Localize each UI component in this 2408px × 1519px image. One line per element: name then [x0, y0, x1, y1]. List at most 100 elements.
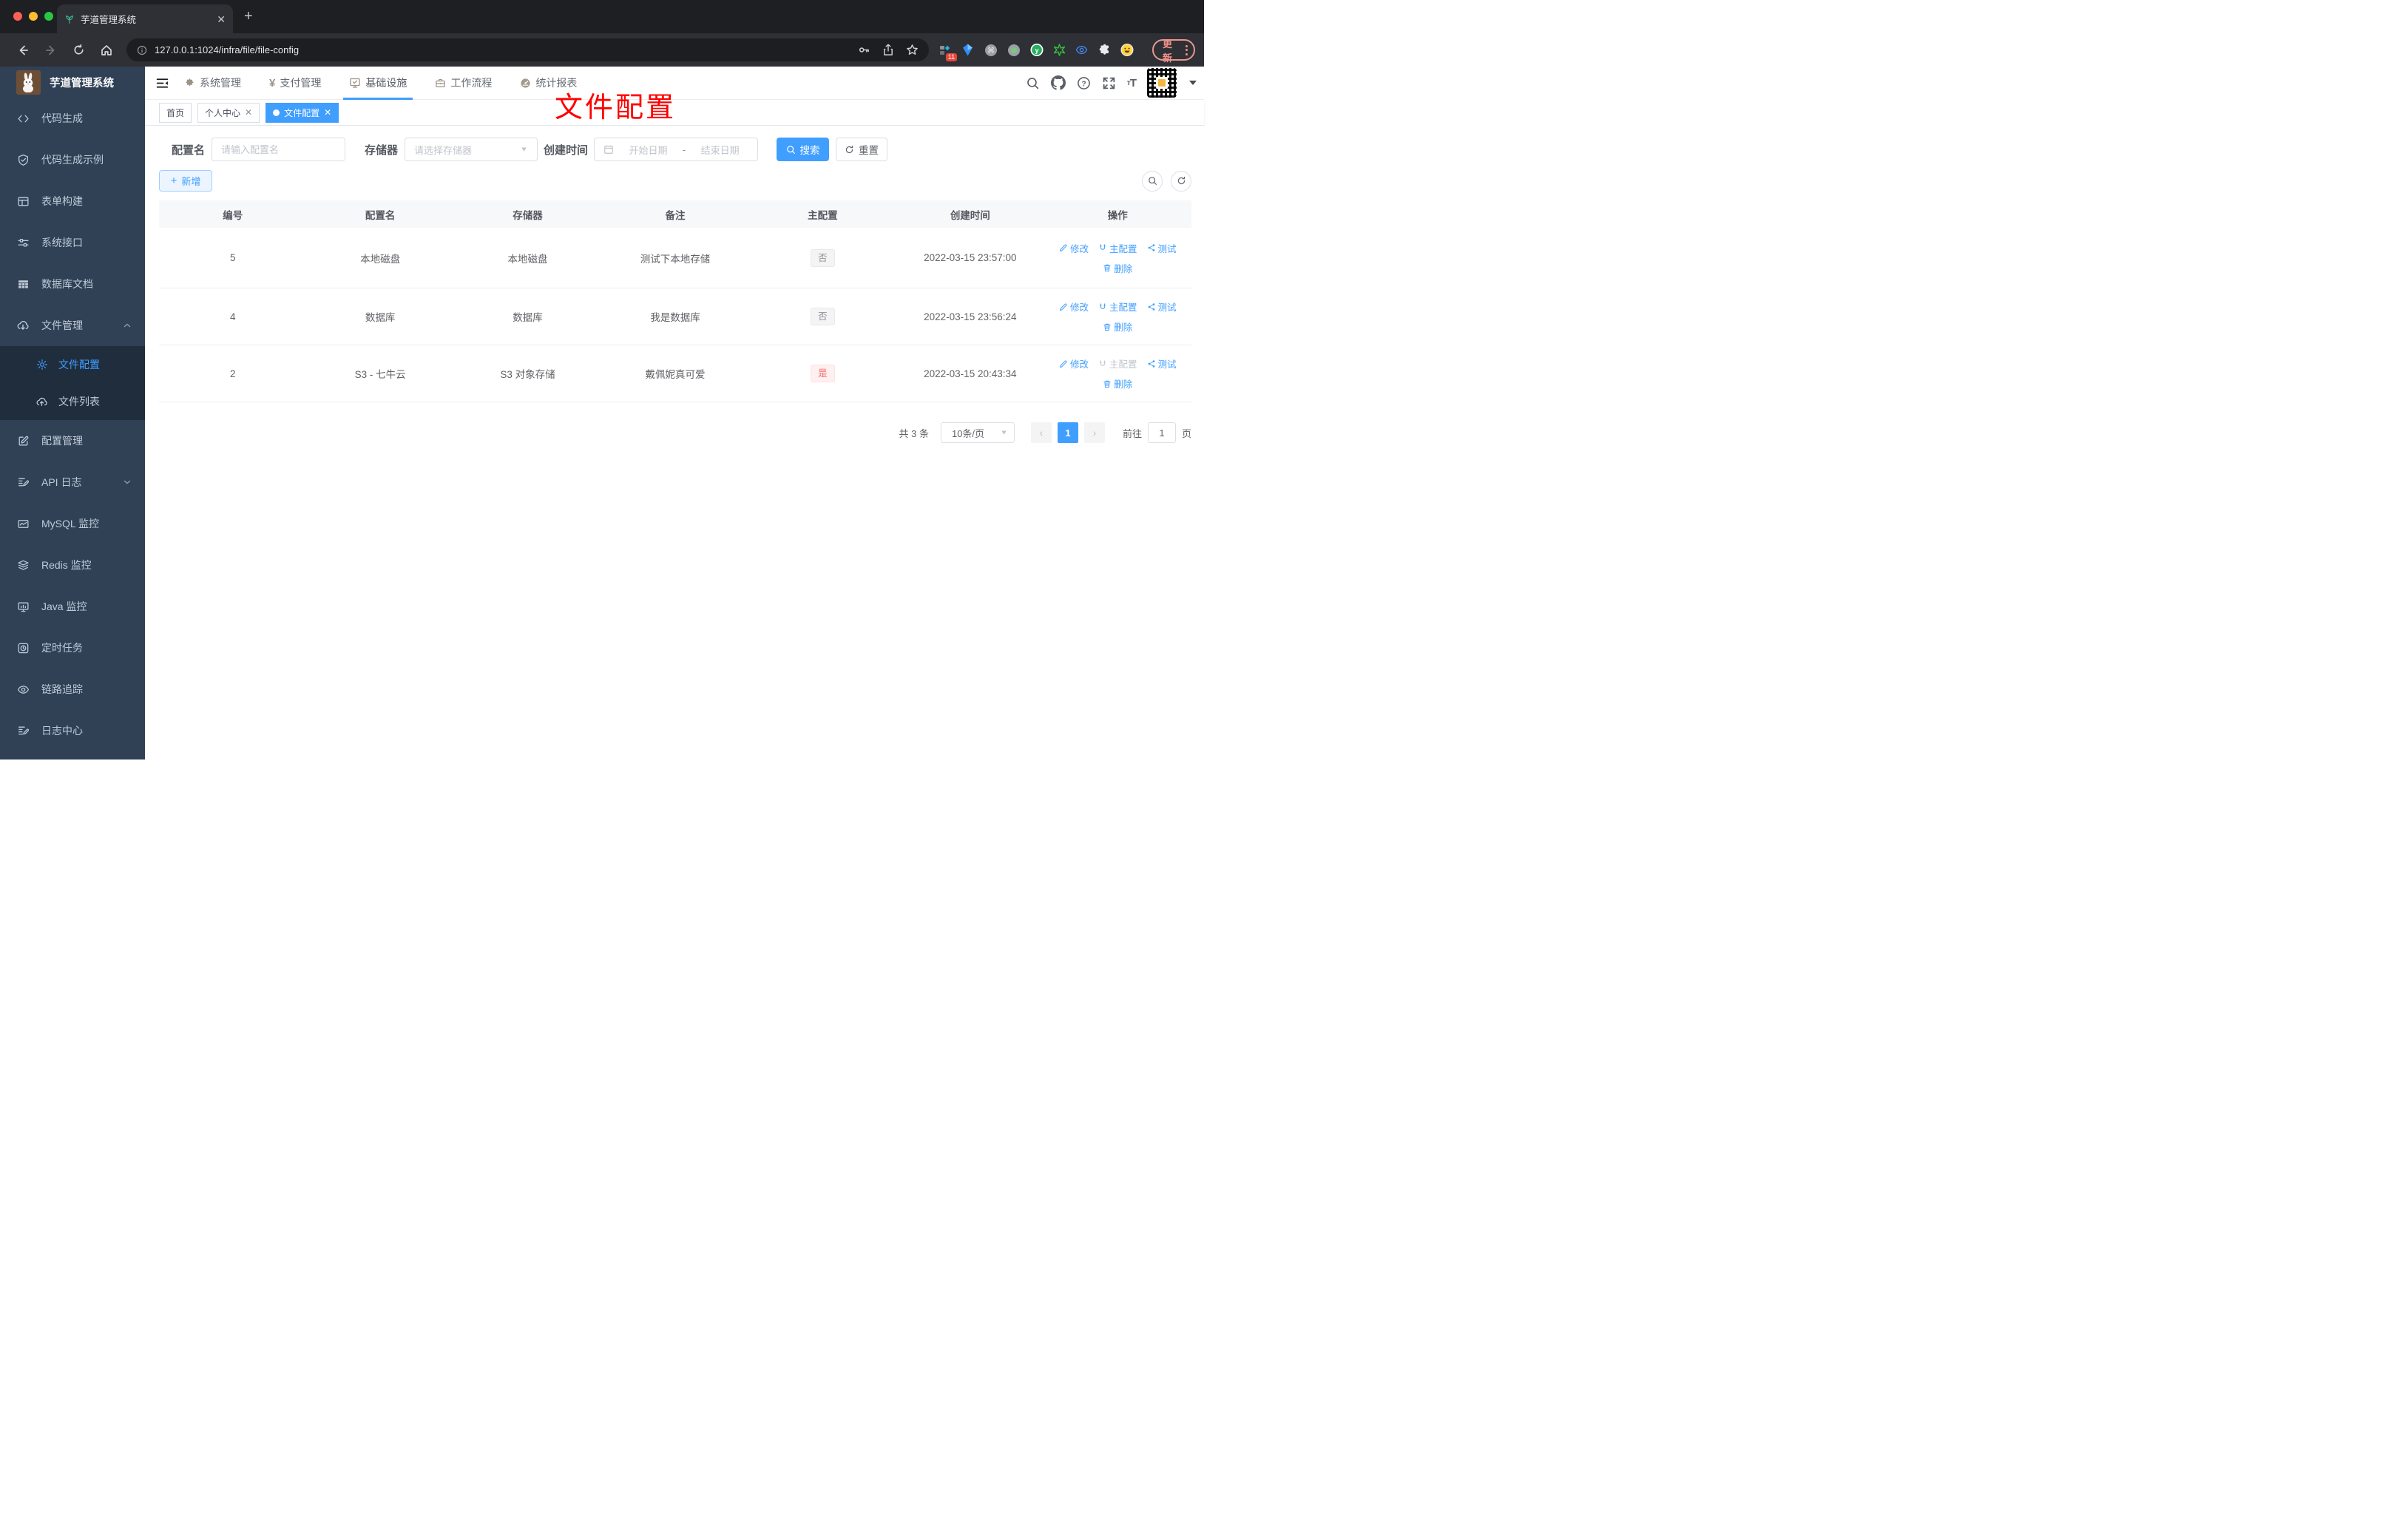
eye-extension-icon[interactable]	[1075, 44, 1088, 57]
next-page-button[interactable]: ›	[1083, 422, 1105, 443]
tab-close-icon[interactable]: ✕	[217, 14, 226, 24]
log-edit-icon	[16, 725, 30, 737]
tag-profile[interactable]: 个人中心 ✕	[197, 102, 260, 123]
emoji-extension-icon[interactable]	[1120, 43, 1134, 57]
maximize-window-button[interactable]	[44, 12, 53, 21]
sidebar-item-java-monitor[interactable]: Java 监控	[0, 586, 145, 627]
config-name-input-field[interactable]	[221, 143, 336, 155]
url-text[interactable]: 127.0.0.1:1024/infra/file/file-config	[155, 44, 850, 55]
close-window-button[interactable]	[13, 12, 22, 21]
sidebar-item-code-gen-example[interactable]: 代码生成示例	[0, 139, 145, 180]
delete-link[interactable]: 删除	[1103, 261, 1132, 275]
search-icon[interactable]	[1026, 76, 1040, 90]
browser-update-button[interactable]: 更新	[1152, 38, 1196, 64]
add-button[interactable]: + 新增	[159, 170, 212, 192]
minimize-window-button[interactable]	[29, 12, 38, 21]
sidebar-item-code-generation[interactable]: 代码生成	[0, 98, 145, 139]
gear-icon	[184, 78, 195, 89]
avatar-dropdown-icon[interactable]	[1189, 81, 1197, 85]
sidebar-item-system-api[interactable]: 系统接口	[0, 222, 145, 263]
date-end-placeholder[interactable]: 结束日期	[691, 143, 748, 157]
cell-id: 2	[229, 368, 236, 379]
share-icon[interactable]	[882, 44, 894, 56]
config-name-input[interactable]	[212, 138, 346, 161]
dot-extension-icon[interactable]	[1007, 44, 1021, 57]
topnav-item-system[interactable]: 系统管理	[180, 67, 246, 100]
master-link[interactable]: 主配置	[1098, 300, 1137, 314]
edit-link[interactable]: 修改	[1059, 300, 1089, 314]
command-extension-icon[interactable]: ⌘	[984, 44, 998, 57]
extension-badge-icon[interactable]: 11	[939, 44, 958, 61]
sidebar-item-log-center[interactable]: 日志中心	[0, 710, 145, 751]
github-icon[interactable]	[1050, 75, 1066, 90]
sidebar-item-mysql-monitor[interactable]: MySQL 监控	[0, 503, 145, 544]
sidebar-item-file-management[interactable]: 文件管理	[0, 305, 145, 346]
y-extension-icon[interactable]: y	[1030, 43, 1044, 57]
tag-file-config[interactable]: 文件配置 ✕	[266, 102, 339, 123]
password-key-icon[interactable]	[858, 44, 870, 56]
goto-page-input[interactable]	[1147, 422, 1176, 443]
sidebar-item-form-builder[interactable]: 表单构建	[0, 180, 145, 222]
page-size-select[interactable]: 10条/页 ▼	[940, 422, 1015, 443]
star-extension-icon[interactable]	[1053, 44, 1066, 57]
sidebar-item-db-doc[interactable]: 数据库文档	[0, 263, 145, 305]
sidebar-item-scheduled-tasks[interactable]: 定时任务	[0, 627, 145, 669]
puzzle-extensions-icon[interactable]	[1098, 44, 1111, 57]
gem-extension-icon[interactable]	[961, 44, 974, 57]
new-tab-button[interactable]: +	[244, 9, 253, 24]
svg-text:⌘: ⌘	[987, 47, 995, 55]
monitor-check-icon	[349, 77, 361, 89]
prev-page-button[interactable]: ‹	[1030, 422, 1052, 443]
sidebar-collapse-icon[interactable]	[155, 76, 169, 90]
test-link[interactable]: 测试	[1147, 241, 1177, 255]
sidebar-item-redis-monitor[interactable]: Redis 监控	[0, 544, 145, 586]
refresh-table-button[interactable]	[1171, 170, 1191, 192]
site-info-icon[interactable]	[137, 45, 147, 55]
topnav-item-infrastructure[interactable]: 基础设施	[343, 67, 413, 100]
tag-close-icon[interactable]: ✕	[245, 107, 252, 118]
delete-link[interactable]: 删除	[1103, 319, 1132, 334]
reset-button[interactable]: 重置	[836, 138, 888, 161]
window-controls[interactable]	[13, 12, 53, 21]
reload-icon[interactable]	[72, 44, 85, 56]
forward-icon[interactable]	[44, 44, 58, 57]
search-button[interactable]: 搜索	[777, 138, 830, 161]
back-icon[interactable]	[16, 44, 30, 57]
sidebar-item-file-list[interactable]: 文件列表	[0, 383, 145, 420]
test-link[interactable]: 测试	[1147, 356, 1177, 371]
toggle-search-button[interactable]	[1142, 170, 1163, 192]
sidebar-item-file-config[interactable]: 文件配置	[0, 346, 145, 383]
date-start-placeholder[interactable]: 开始日期	[620, 143, 677, 157]
edit-link[interactable]: 修改	[1059, 241, 1089, 255]
edit-link[interactable]: 修改	[1059, 356, 1089, 371]
test-link[interactable]: 测试	[1147, 300, 1177, 314]
help-icon[interactable]: ?	[1077, 76, 1091, 90]
topnav-item-workflow[interactable]: 工作流程	[430, 67, 496, 100]
app-logo[interactable]: 芋道管理系统	[0, 67, 145, 98]
sidebar-item-api-log[interactable]: API 日志	[0, 461, 145, 503]
master-tag: 否	[811, 248, 835, 267]
address-bar[interactable]: 127.0.0.1:1024/infra/file/file-config	[126, 38, 929, 61]
pagination: 共 3 条 10条/页 ▼ ‹ 1 › 前往 页	[159, 422, 1191, 443]
master-link[interactable]: 主配置	[1098, 241, 1137, 255]
document-log-icon	[16, 476, 30, 489]
home-icon[interactable]	[100, 44, 113, 57]
tag-close-icon[interactable]: ✕	[324, 107, 331, 118]
sidebar-item-config-management[interactable]: 配置管理	[0, 420, 145, 461]
sidebar-item-tracing[interactable]: 链路追踪	[0, 669, 145, 710]
browser-menu-icon[interactable]	[1186, 44, 1188, 55]
delete-link[interactable]: 删除	[1103, 376, 1132, 390]
current-page-button[interactable]: 1	[1057, 422, 1078, 443]
date-range-picker[interactable]: 开始日期 - 结束日期	[594, 138, 759, 161]
browser-tab[interactable]: 芋道管理系统 ✕	[57, 4, 233, 33]
fullscreen-icon[interactable]	[1102, 76, 1116, 90]
topnav-item-payment[interactable]: ¥ 支付管理	[265, 67, 325, 100]
storage-select-placeholder: 请选择存储器	[414, 144, 473, 156]
avatar[interactable]	[1147, 68, 1177, 98]
sidebar-item-label: 数据库文档	[41, 278, 93, 290]
storage-select[interactable]: 请选择存储器 ▼	[405, 138, 538, 161]
layers-icon	[16, 559, 30, 572]
bookmark-star-icon[interactable]	[906, 44, 919, 56]
tag-home[interactable]: 首页	[159, 102, 192, 123]
font-size-icon[interactable]: тT	[1127, 77, 1137, 89]
